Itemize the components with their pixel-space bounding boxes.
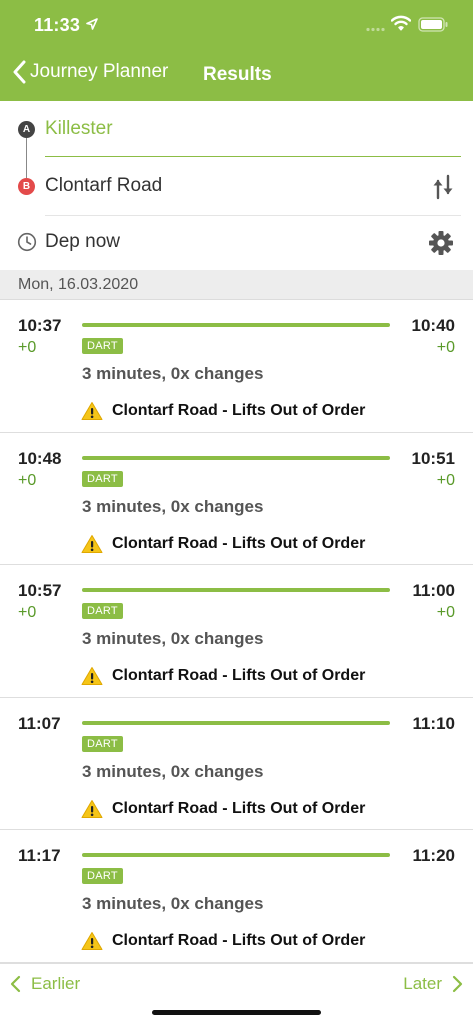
results-list: 10:37 10:40 +0 +0 DART 3 minutes, 0x cha…	[0, 300, 473, 963]
trip-timeline	[82, 323, 390, 327]
trip-summary: 3 minutes, 0x changes	[82, 364, 264, 383]
trip-timeline	[82, 588, 390, 592]
service-alert: Clontarf Road - Lifts Out of Order	[112, 534, 366, 552]
trip-summary: 3 minutes, 0x changes	[82, 629, 264, 648]
result-row[interactable]: 11:17 11:20 DART 3 minutes, 0x changes C…	[0, 830, 473, 963]
departure-time: 11:07	[18, 713, 61, 733]
cellular-signal-icon	[366, 27, 385, 32]
earlier-button[interactable]: Earlier	[10, 974, 80, 994]
result-row[interactable]: 10:57 11:00 +0 +0 DART 3 minutes, 0x cha…	[0, 565, 473, 698]
warning-icon	[81, 534, 103, 553]
arrival-delay: +0	[436, 339, 455, 356]
back-label: Journey Planner	[30, 61, 169, 82]
destination-field[interactable]: Clontarf Road	[45, 175, 461, 216]
service-alert: Clontarf Road - Lifts Out of Order	[112, 932, 366, 949]
later-label: Later	[403, 974, 442, 993]
destination-marker: B	[18, 178, 35, 195]
battery-icon	[418, 17, 448, 32]
journey-search-panel: A B Killester Clontarf Road Dep now	[0, 101, 473, 270]
departure-delay: +0	[18, 604, 37, 621]
trip-timeline	[82, 720, 390, 725]
result-row[interactable]: 11:07 11:10 DART 3 minutes, 0x changes C…	[0, 698, 473, 830]
route-connector	[26, 138, 27, 178]
warning-icon	[81, 402, 103, 420]
origin-field[interactable]: Killester	[45, 118, 461, 157]
departure-delay: +0	[18, 339, 37, 356]
mode-badge: DART	[82, 338, 123, 354]
later-button[interactable]: Later	[403, 974, 463, 994]
trip-timeline	[82, 853, 390, 857]
swap-direction-icon[interactable]	[432, 174, 454, 200]
wifi-icon	[391, 15, 411, 31]
arrival-time: 11:20	[412, 846, 455, 865]
status-time: 11:33	[34, 15, 81, 35]
chevron-right-icon	[452, 975, 463, 993]
departure-time: 11:17	[18, 846, 61, 865]
service-alert: Clontarf Road - Lifts Out of Order	[112, 667, 366, 684]
location-arrow-icon	[86, 18, 98, 30]
service-alert: Clontarf Road - Lifts Out of Order	[112, 402, 366, 419]
app-header: 11:33 Journey Planner Results	[0, 0, 473, 101]
clock-icon	[17, 232, 37, 252]
status-bar: 11:33	[0, 0, 473, 50]
pagination-bar: Earlier Later	[0, 963, 473, 1024]
origin-marker: A	[18, 121, 35, 138]
date-label: Mon, 16.03.2020	[18, 275, 139, 293]
mode-badge: DART	[82, 470, 123, 487]
trip-summary: 3 minutes, 0x changes	[82, 496, 264, 516]
home-indicator	[152, 1010, 321, 1015]
service-alert: Clontarf Road - Lifts Out of Order	[112, 799, 366, 817]
back-button[interactable]: Journey Planner	[12, 60, 168, 84]
chevron-left-icon	[10, 975, 21, 993]
navigation-bar: Journey Planner Results	[0, 50, 473, 101]
departure-time: 10:48	[18, 448, 62, 468]
date-header: Mon, 16.03.2020	[0, 270, 473, 300]
arrival-delay: +0	[436, 471, 455, 489]
mode-badge: DART	[82, 735, 123, 752]
page-title: Results	[203, 64, 272, 85]
departure-time-selector[interactable]: Dep now	[45, 231, 120, 253]
result-row[interactable]: 10:37 10:40 +0 +0 DART 3 minutes, 0x cha…	[0, 300, 473, 433]
arrival-time: 10:40	[411, 316, 455, 335]
gear-icon[interactable]	[428, 230, 454, 256]
trip-summary: 3 minutes, 0x changes	[82, 894, 264, 913]
arrival-time: 11:00	[412, 581, 455, 600]
warning-icon	[81, 932, 103, 950]
departure-time: 10:57	[18, 581, 62, 600]
trip-summary: 3 minutes, 0x changes	[82, 761, 264, 781]
chevron-left-icon	[13, 60, 26, 84]
mode-badge: DART	[82, 603, 123, 619]
warning-icon	[81, 667, 103, 685]
result-row[interactable]: 10:48 10:51 +0 +0 DART 3 minutes, 0x cha…	[0, 433, 473, 565]
arrival-time: 11:10	[412, 713, 455, 733]
departure-time: 10:37	[18, 316, 62, 335]
arrival-delay: +0	[436, 604, 455, 621]
trip-timeline	[82, 455, 390, 460]
departure-delay: +0	[18, 471, 37, 489]
mode-badge: DART	[82, 868, 123, 884]
warning-icon	[81, 799, 103, 818]
arrival-time: 10:51	[411, 448, 455, 468]
earlier-label: Earlier	[31, 974, 81, 993]
